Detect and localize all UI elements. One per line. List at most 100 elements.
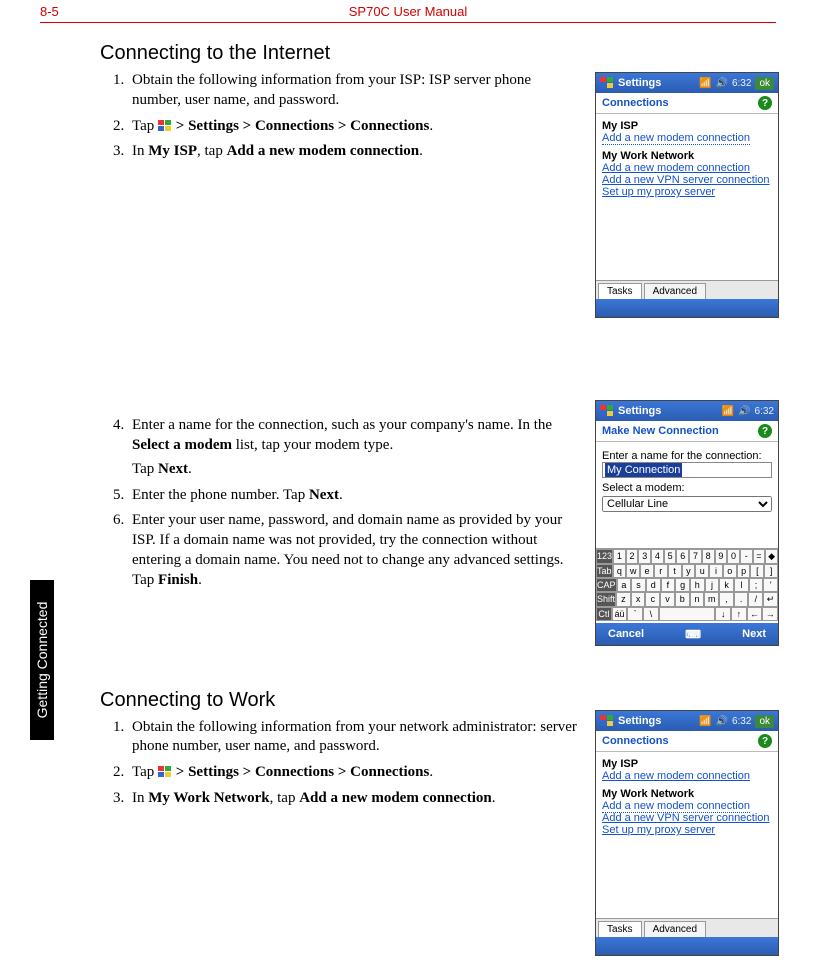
- sip-key[interactable]: k: [719, 578, 734, 592]
- sip-key[interactable]: x: [631, 592, 646, 607]
- internet-steps-4to6: Enter a name for the connection, such as…: [100, 416, 580, 590]
- sip-key[interactable]: Shift: [596, 592, 616, 607]
- link-add-vpn[interactable]: Add a new VPN server connection: [602, 812, 770, 824]
- tab-bar: Tasks Advanced: [596, 918, 778, 937]
- help-icon[interactable]: ?: [758, 96, 772, 110]
- link-add-modem-isp[interactable]: Add a new modem connection: [602, 132, 750, 145]
- sip-key[interactable]: v: [660, 592, 675, 607]
- sip-key[interactable]: -: [740, 549, 753, 564]
- sip-key[interactable]: 2: [626, 549, 639, 564]
- sip-key[interactable]: i: [709, 564, 723, 578]
- start-icon[interactable]: [600, 77, 614, 89]
- sip-key[interactable]: h: [690, 578, 705, 592]
- help-icon[interactable]: ?: [758, 734, 772, 748]
- sip-key[interactable]: 9: [715, 549, 728, 564]
- sip-key[interactable]: b: [675, 592, 690, 607]
- sip-key[interactable]: 0: [727, 549, 740, 564]
- link-add-modem-work[interactable]: Add a new modem connection: [602, 162, 750, 174]
- tab-tasks[interactable]: Tasks: [598, 283, 642, 299]
- softkey-cancel[interactable]: Cancel: [608, 628, 644, 640]
- sip-key[interactable]: `: [627, 607, 643, 621]
- sip-key[interactable]: ↑: [731, 607, 747, 621]
- sip-key[interactable]: ;: [749, 578, 764, 592]
- help-icon[interactable]: ?: [758, 424, 772, 438]
- sip-key[interactable]: [: [750, 564, 764, 578]
- sip-key[interactable]: m: [704, 592, 719, 607]
- sip-key[interactable]: ': [763, 578, 778, 592]
- volume-icon: 🔊: [716, 716, 728, 727]
- sip-key[interactable]: w: [626, 564, 640, 578]
- sip-toggle-icon[interactable]: ⌨: [685, 628, 701, 641]
- sip-key[interactable]: t: [668, 564, 682, 578]
- step-4-next: Next: [158, 461, 188, 477]
- sip-key[interactable]: ↓: [715, 607, 731, 621]
- sip-key[interactable]: f: [661, 578, 676, 592]
- step-4-c: list, tap your modem type.: [232, 437, 393, 453]
- sip-key[interactable]: y: [682, 564, 696, 578]
- sip-key[interactable]: [659, 607, 716, 621]
- input-conn-name[interactable]: My Connection: [602, 462, 772, 478]
- sip-key[interactable]: 123: [596, 549, 613, 564]
- sip-key[interactable]: 8: [702, 549, 715, 564]
- sip-key[interactable]: 7: [689, 549, 702, 564]
- sip-key[interactable]: d: [646, 578, 661, 592]
- sip-key[interactable]: c: [645, 592, 660, 607]
- tab-advanced[interactable]: Advanced: [644, 921, 706, 937]
- sip-key[interactable]: j: [705, 578, 720, 592]
- sip-key[interactable]: ]: [764, 564, 778, 578]
- link-proxy[interactable]: Set up my proxy server: [602, 824, 715, 836]
- sip-key[interactable]: Ctl: [596, 607, 612, 621]
- sip-key[interactable]: 5: [664, 549, 677, 564]
- sip-key[interactable]: o: [723, 564, 737, 578]
- sip-key[interactable]: 6: [676, 549, 689, 564]
- link-proxy[interactable]: Set up my proxy server: [602, 186, 715, 198]
- link-add-vpn[interactable]: Add a new VPN server connection: [602, 174, 770, 186]
- sip-key[interactable]: ◆: [765, 549, 778, 564]
- sip-key[interactable]: áü: [612, 607, 628, 621]
- start-icon[interactable]: [600, 715, 614, 727]
- link-add-modem-isp[interactable]: Add a new modem connection: [602, 770, 750, 782]
- sip-key[interactable]: .: [734, 592, 749, 607]
- sip-key[interactable]: ,: [719, 592, 734, 607]
- select-modem[interactable]: Cellular Line: [602, 496, 772, 512]
- ok-button[interactable]: ok: [755, 77, 774, 90]
- sip-key[interactable]: s: [631, 578, 646, 592]
- work-step-2: Tap > Settings > Connections > Connectio…: [128, 763, 580, 783]
- sip-key[interactable]: z: [616, 592, 631, 607]
- sip-key[interactable]: 4: [651, 549, 664, 564]
- page-header: 8-5 SP70C User Manual: [0, 0, 816, 18]
- sip-key[interactable]: /: [748, 592, 763, 607]
- step-2-pre: Tap: [132, 118, 158, 134]
- sip-key[interactable]: g: [675, 578, 690, 592]
- sip-key[interactable]: p: [737, 564, 751, 578]
- start-icon: [158, 120, 172, 132]
- ok-button[interactable]: ok: [755, 715, 774, 728]
- sip-key[interactable]: CAP: [596, 578, 617, 592]
- volume-icon: 🔊: [716, 78, 728, 89]
- label-conn-name: Enter a name for the connection:: [602, 450, 772, 462]
- tab-advanced[interactable]: Advanced: [644, 283, 706, 299]
- sip-key[interactable]: l: [734, 578, 749, 592]
- sip-key[interactable]: q: [613, 564, 627, 578]
- sip-key[interactable]: r: [654, 564, 668, 578]
- sip-key[interactable]: u: [695, 564, 709, 578]
- sip-key[interactable]: \: [643, 607, 659, 621]
- sip-key[interactable]: e: [640, 564, 654, 578]
- wm-titlebar: Settings 📶 🔊 6:32 ok: [596, 73, 778, 93]
- sip-key[interactable]: 1: [613, 549, 626, 564]
- sip-key[interactable]: =: [753, 549, 766, 564]
- wm-titlebar: Settings 📶 🔊 6:32: [596, 401, 778, 421]
- start-icon[interactable]: [600, 405, 614, 417]
- sip-key[interactable]: a: [617, 578, 632, 592]
- sip-key[interactable]: ↵: [763, 592, 778, 607]
- sip-key[interactable]: 3: [638, 549, 651, 564]
- tab-tasks[interactable]: Tasks: [598, 921, 642, 937]
- sip-key[interactable]: n: [690, 592, 705, 607]
- sip-key[interactable]: ←: [747, 607, 763, 621]
- work-step-3-a: In: [132, 790, 148, 806]
- sip-key[interactable]: →: [762, 607, 778, 621]
- softkey-next[interactable]: Next: [742, 628, 766, 640]
- soft-keyboard[interactable]: 1231234567890-=◆Tabqwertyuiop[]CAPasdfgh…: [596, 548, 778, 621]
- sip-key[interactable]: Tab: [596, 564, 613, 578]
- step-1: Obtain the following information from yo…: [128, 71, 580, 111]
